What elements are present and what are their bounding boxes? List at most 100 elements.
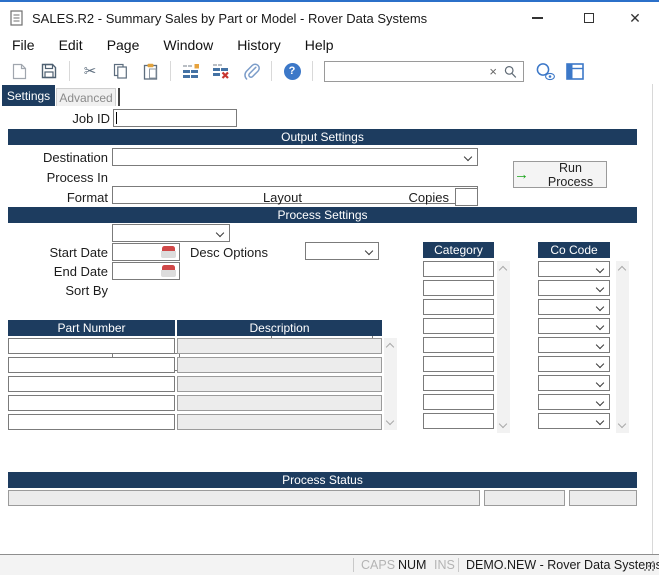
minimize-button[interactable]	[520, 4, 554, 32]
search-input[interactable]	[327, 63, 487, 80]
scroll-up-icon[interactable]	[499, 266, 507, 274]
menu-help[interactable]: Help	[293, 34, 346, 56]
tab-settings[interactable]: Settings	[2, 85, 55, 106]
category-input[interactable]	[423, 318, 494, 334]
end-date-label: End Date	[8, 263, 108, 281]
job-id-label: Job ID	[8, 110, 110, 128]
category-scrollbar[interactable]	[497, 261, 510, 433]
resize-grip[interactable]	[643, 560, 654, 571]
scroll-up-icon[interactable]	[386, 343, 394, 351]
scroll-down-icon[interactable]	[386, 417, 394, 425]
paste-button[interactable]	[137, 60, 163, 82]
co-code-select[interactable]	[538, 356, 610, 372]
category-input[interactable]	[423, 356, 494, 372]
tab-strip-divider	[118, 88, 120, 106]
chevron-down-icon	[596, 398, 604, 406]
menu-bar: FileEditPageWindowHistoryHelp	[0, 32, 659, 58]
chevron-down-icon	[365, 247, 373, 255]
co-code-select[interactable]	[538, 318, 610, 334]
part-table-body	[8, 338, 382, 430]
copies-label: Copies	[395, 189, 449, 207]
delete-record-icon	[212, 63, 230, 79]
scroll-up-icon[interactable]	[618, 266, 626, 274]
client-area-edge	[652, 84, 653, 555]
co-code-select[interactable]	[538, 299, 610, 315]
clear-search-icon[interactable]: ×	[489, 64, 497, 79]
co-code-select[interactable]	[538, 413, 610, 429]
copy-button[interactable]	[107, 60, 133, 82]
part-number-input[interactable]	[8, 376, 175, 392]
destination-select[interactable]	[112, 148, 478, 166]
copies-input[interactable]	[455, 188, 478, 206]
job-id-input[interactable]	[113, 109, 237, 127]
layout-select[interactable]	[305, 242, 379, 260]
category-input[interactable]	[423, 394, 494, 410]
part-number-input[interactable]	[8, 414, 175, 430]
category-input[interactable]	[423, 413, 494, 429]
maximize-button[interactable]	[572, 4, 606, 32]
co-code-select[interactable]	[538, 261, 610, 277]
cut-icon: ✂	[84, 64, 97, 79]
menu-history[interactable]: History	[225, 34, 293, 56]
category-input[interactable]	[423, 280, 494, 296]
chevron-down-icon	[216, 229, 224, 237]
close-button[interactable]: ✕	[618, 4, 652, 32]
table-row	[8, 414, 382, 430]
new-document-button[interactable]	[6, 60, 32, 82]
co-code-select[interactable]	[538, 394, 610, 410]
cut-button[interactable]: ✂	[77, 60, 103, 82]
scroll-down-icon[interactable]	[499, 420, 507, 428]
co-code-scrollbar[interactable]	[616, 261, 629, 433]
status-separator	[458, 558, 459, 572]
document-icon	[10, 10, 23, 31]
category-input[interactable]	[423, 261, 494, 277]
search-icon[interactable]	[504, 65, 517, 84]
chevron-down-icon	[596, 265, 604, 273]
menu-window[interactable]: Window	[151, 34, 225, 56]
menu-edit[interactable]: Edit	[47, 34, 95, 56]
desc-options-label: Desc Options	[160, 244, 268, 262]
part-number-input[interactable]	[8, 395, 175, 411]
attach-file-button[interactable]	[238, 60, 264, 82]
panel-layout-button[interactable]	[562, 60, 588, 82]
menu-page[interactable]: Page	[95, 34, 152, 56]
calendar-icon[interactable]	[161, 265, 176, 277]
help-button[interactable]: ?	[279, 60, 305, 82]
table-row	[8, 357, 382, 373]
part-table-scrollbar[interactable]	[384, 338, 397, 430]
new-document-icon	[12, 63, 27, 80]
menu-file[interactable]: File	[0, 34, 47, 56]
destination-label: Destination	[8, 149, 108, 167]
run-process-button[interactable]: → Run Process	[513, 161, 607, 188]
minimize-icon	[532, 17, 543, 19]
format-select[interactable]	[112, 224, 230, 242]
zoom-view-icon	[535, 62, 556, 81]
save-button[interactable]	[36, 60, 62, 82]
tab-advanced[interactable]: Advanced	[56, 88, 116, 106]
delete-record-button[interactable]	[208, 60, 234, 82]
description-cell	[177, 376, 382, 392]
category-input[interactable]	[423, 375, 494, 391]
title-bar: SALES.R2 - Summary Sales by Part or Mode…	[0, 4, 659, 32]
process-settings-header: Process Settings	[8, 207, 637, 223]
output-settings-header: Output Settings	[8, 129, 637, 145]
chevron-down-icon	[596, 303, 604, 311]
co-code-select[interactable]	[538, 375, 610, 391]
part-number-input[interactable]	[8, 338, 175, 354]
scroll-down-icon[interactable]	[618, 420, 626, 428]
copy-icon	[113, 63, 128, 79]
co-code-select[interactable]	[538, 337, 610, 353]
text-caret	[116, 112, 117, 124]
zoom-view-button[interactable]	[532, 60, 558, 82]
category-input[interactable]	[423, 299, 494, 315]
chevron-down-icon	[596, 417, 604, 425]
insert-record-button[interactable]	[178, 60, 204, 82]
co-code-select[interactable]	[538, 280, 610, 296]
paperclip-icon	[243, 63, 260, 80]
caps-indicator: CAPS	[361, 558, 395, 572]
part-number-input[interactable]	[8, 357, 175, 373]
format-label: Format	[8, 189, 108, 207]
process-status-header: Process Status	[8, 472, 637, 488]
sort-by-label: Sort By	[8, 282, 108, 300]
category-input[interactable]	[423, 337, 494, 353]
